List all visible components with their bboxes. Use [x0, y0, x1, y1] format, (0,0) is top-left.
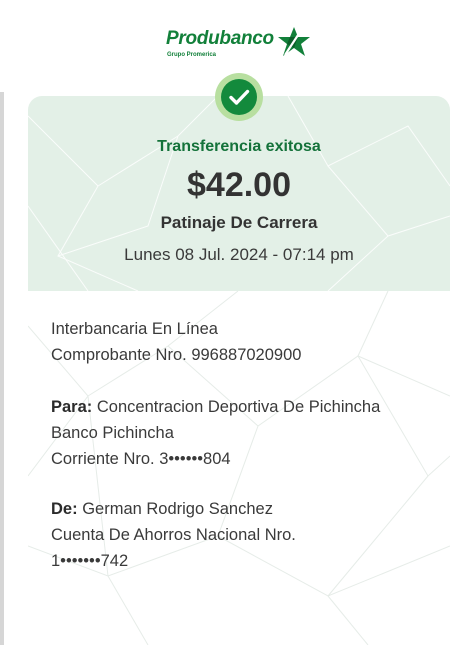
sender-account: 1•••••••742: [51, 552, 129, 570]
sender-label: De:: [51, 500, 78, 518]
recipient-label: Para:: [51, 398, 93, 416]
transfer-amount: $42.00: [187, 166, 291, 204]
status-text: Transferencia exitosa: [157, 138, 321, 155]
sender-line: De: German Rodrigo Sanchez: [51, 496, 296, 522]
recipient-name: Concentracion Deportiva De Pichincha: [96, 398, 381, 416]
produbanco-logo: Produbanco Grupo Promerica: [166, 27, 316, 64]
transfer-datetime: Lunes 08 Jul. 2024 - 07:14 pm: [124, 245, 354, 264]
sender-info: De: German Rodrigo Sanchez Cuenta De Aho…: [51, 496, 296, 574]
recipient-bank: Banco Pichincha: [51, 424, 174, 442]
brand-name: Produbanco: [166, 28, 274, 49]
star-icon: [278, 27, 310, 56]
recipient-info: Para: Concentracion Deportiva De Pichinc…: [51, 394, 380, 472]
check-icon: [221, 79, 257, 115]
screen-edge: [0, 0, 4, 645]
receipt-number: Comprobante Nro. 996887020900: [51, 346, 302, 364]
transfer-info: Interbancaria En Línea Comprobante Nro. …: [51, 316, 301, 368]
transfer-concept: Patinaje De Carrera: [160, 213, 318, 232]
brand-subtitle: Grupo Promerica: [167, 52, 217, 58]
sender-account-type: Cuenta De Ahorros Nacional Nro.: [51, 526, 296, 544]
success-badge: [215, 73, 263, 121]
transfer-type: Interbancaria En Línea: [51, 320, 218, 338]
recipient-account: Corriente Nro. 3••••••804: [51, 450, 231, 468]
recipient-line: Para: Concentracion Deportiva De Pichinc…: [51, 394, 380, 420]
sender-name: German Rodrigo Sanchez: [82, 500, 273, 518]
